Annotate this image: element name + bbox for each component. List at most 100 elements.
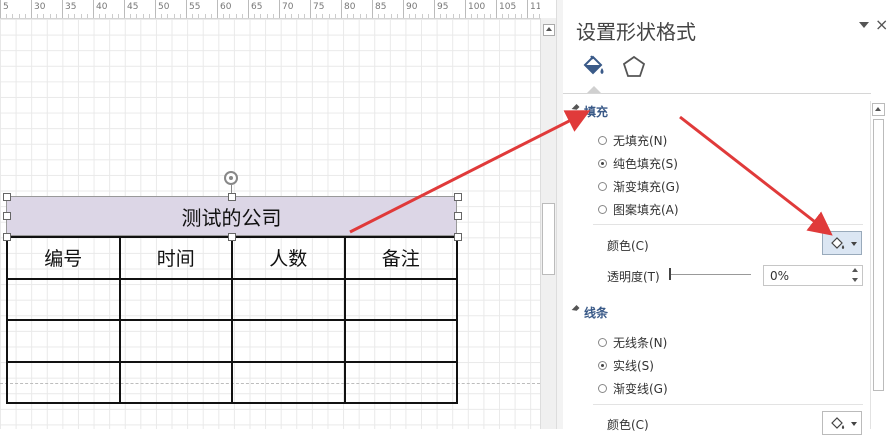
table-cell[interactable] bbox=[118, 360, 233, 404]
ruler-major-tick bbox=[62, 0, 63, 18]
fill-section-header[interactable]: 填充 bbox=[571, 103, 609, 120]
close-icon[interactable]: × bbox=[875, 15, 887, 34]
fill-option-pattern[interactable]: 图案填充(A) bbox=[598, 201, 679, 218]
ruler-minor-tick bbox=[440, 14, 442, 18]
ruler-minor-tick bbox=[322, 14, 324, 18]
table-header-cell[interactable]: 人数 bbox=[231, 236, 346, 280]
table-header-cell[interactable]: 备注 bbox=[343, 236, 458, 280]
fill-option-solid[interactable]: 纯色填充(S) bbox=[598, 155, 678, 172]
radio-button[interactable] bbox=[598, 136, 607, 145]
transparency-slider-thumb[interactable] bbox=[669, 268, 671, 280]
tab-effects[interactable] bbox=[621, 54, 647, 80]
ruler-major-tick bbox=[341, 0, 342, 18]
table-header-cell[interactable]: 时间 bbox=[118, 236, 233, 280]
table-cell[interactable] bbox=[6, 277, 121, 321]
selection-handle[interactable] bbox=[3, 233, 11, 241]
line-option-none[interactable]: 无线条(N) bbox=[598, 334, 667, 351]
scroll-up-arrow-icon[interactable] bbox=[872, 103, 885, 116]
table-cell[interactable] bbox=[231, 277, 346, 321]
ruler-minor-tick bbox=[55, 14, 57, 18]
ruler-minor-tick bbox=[483, 14, 485, 18]
canvas-vertical-scrollbar[interactable] bbox=[540, 18, 556, 429]
ruler-minor-tick bbox=[328, 14, 330, 18]
ruler-minor-tick bbox=[43, 14, 45, 18]
ruler-minor-tick bbox=[452, 14, 454, 18]
line-color-button[interactable] bbox=[822, 411, 862, 435]
table-cell[interactable] bbox=[231, 360, 346, 404]
table-cell[interactable] bbox=[231, 319, 346, 363]
table-cell[interactable] bbox=[343, 277, 458, 321]
ruler-minor-tick bbox=[37, 14, 39, 18]
ruler-minor-tick bbox=[365, 14, 367, 18]
line-color-label: 颜色(C) bbox=[607, 418, 649, 432]
transparency-slider-track[interactable] bbox=[669, 274, 751, 275]
panel-options-chevron-down-icon[interactable] bbox=[859, 22, 869, 28]
table-title-cell[interactable]: 测试的公司 bbox=[6, 196, 457, 236]
table-cell[interactable] bbox=[6, 360, 121, 404]
radio-button[interactable] bbox=[598, 205, 607, 214]
transparency-input[interactable] bbox=[763, 265, 863, 286]
fill-section-label: 填充 bbox=[584, 105, 609, 119]
panel-vertical-scrollbar[interactable] bbox=[870, 101, 885, 429]
ruler-label: 110 bbox=[530, 2, 540, 12]
table-cell[interactable] bbox=[6, 319, 121, 363]
ruler-minor-tick bbox=[136, 14, 138, 18]
drawing-canvas[interactable]: 5 30 35 40 45 50 55 60 65 70 75 80 85 90 95 100 105 110 测… bbox=[0, 0, 540, 429]
table-cell[interactable] bbox=[343, 319, 458, 363]
radio-button-selected[interactable] bbox=[598, 159, 607, 168]
ruler-minor-tick bbox=[99, 14, 101, 18]
fill-color-button[interactable] bbox=[822, 231, 862, 255]
ruler-minor-tick bbox=[167, 14, 169, 18]
ruler-label: 60 bbox=[220, 2, 232, 12]
ruler-minor-tick bbox=[74, 14, 76, 18]
selection-handle[interactable] bbox=[3, 212, 11, 220]
table-cell[interactable] bbox=[118, 277, 233, 321]
table-shape[interactable]: 测试的公司 编号 时间 人数 备注 bbox=[3, 193, 462, 404]
ruler-minor-tick bbox=[161, 14, 163, 18]
line-option-solid[interactable]: 实线(S) bbox=[598, 357, 654, 374]
scrollbar-thumb[interactable] bbox=[542, 203, 555, 275]
selection-handle[interactable] bbox=[454, 212, 462, 220]
radio-button[interactable] bbox=[598, 182, 607, 191]
ruler-minor-tick bbox=[210, 14, 212, 18]
table-row bbox=[6, 277, 458, 321]
chevron-down-icon bbox=[851, 422, 857, 426]
rotate-handle-icon[interactable] bbox=[224, 171, 238, 185]
ruler-major-tick bbox=[279, 0, 280, 18]
ruler-minor-tick bbox=[415, 14, 417, 18]
radio-button[interactable] bbox=[598, 384, 607, 393]
ruler-minor-tick bbox=[303, 14, 305, 18]
line-option-label: 渐变线(G) bbox=[613, 382, 668, 396]
selection-handle[interactable] bbox=[3, 193, 11, 201]
ruler-minor-tick bbox=[533, 14, 535, 18]
selection-handle[interactable] bbox=[228, 233, 236, 241]
line-section-header[interactable]: 线条 bbox=[571, 304, 608, 321]
scroll-up-arrow-icon[interactable] bbox=[543, 24, 555, 36]
table-row bbox=[6, 319, 458, 363]
ruler-label: 90 bbox=[406, 2, 418, 12]
tab-fill-line[interactable] bbox=[581, 54, 607, 80]
ruler-minor-tick bbox=[18, 14, 20, 18]
spin-up-icon[interactable] bbox=[852, 268, 858, 272]
selection-handle[interactable] bbox=[454, 233, 462, 241]
ruler-minor-tick bbox=[235, 14, 237, 18]
line-option-gradient[interactable]: 渐变线(G) bbox=[598, 380, 668, 397]
table-header-cell[interactable]: 编号 bbox=[6, 236, 121, 280]
radio-button[interactable] bbox=[598, 338, 607, 347]
ruler-major-tick bbox=[0, 0, 1, 18]
spin-down-icon[interactable] bbox=[852, 278, 858, 282]
ruler-minor-tick bbox=[291, 14, 293, 18]
fill-option-none[interactable]: 无填充(N) bbox=[598, 132, 667, 149]
table-cell[interactable] bbox=[118, 319, 233, 363]
selection-handle[interactable] bbox=[228, 193, 236, 201]
table-cell[interactable] bbox=[343, 360, 458, 404]
ruler-major-tick bbox=[31, 0, 32, 18]
fill-option-gradient[interactable]: 渐变填充(G) bbox=[598, 178, 680, 195]
selection-handle[interactable] bbox=[454, 193, 462, 201]
radio-button-selected[interactable] bbox=[598, 361, 607, 370]
scrollbar-thumb[interactable] bbox=[873, 119, 884, 391]
ruler-label: 75 bbox=[313, 2, 325, 12]
paint-bucket-icon bbox=[583, 55, 604, 75]
ruler-minor-tick bbox=[179, 14, 181, 18]
ruler-label: 50 bbox=[158, 2, 170, 12]
